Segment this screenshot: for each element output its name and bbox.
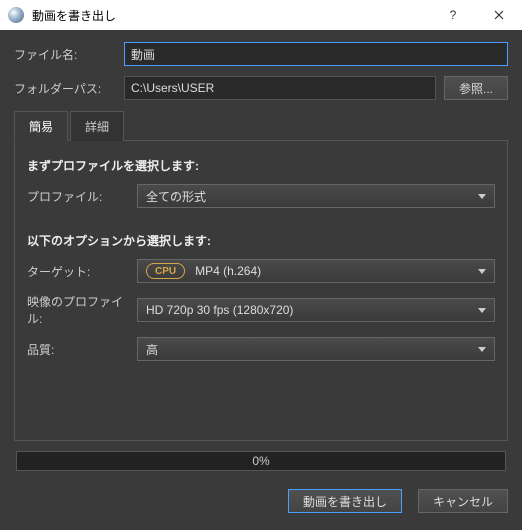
tab-simple[interactable]: 簡易 [14,111,68,141]
tab-detail[interactable]: 詳細 [70,111,124,141]
folder-label: フォルダーパス: [14,80,124,97]
quality-label: 品質: [27,341,137,358]
progress-text: 0% [252,454,269,468]
window-title: 動画を書き出し [32,7,430,24]
cancel-button[interactable]: キャンセル [418,489,508,513]
vprofile-label: 映像のプロファイル: [27,293,137,327]
chevron-down-icon [478,194,486,199]
profile-combo[interactable]: 全ての形式 [137,184,495,208]
browse-button[interactable]: 参照... [444,76,508,100]
chevron-down-icon [478,308,486,313]
export-button[interactable]: 動画を書き出し [288,489,402,513]
target-value: MP4 (h.264) [195,264,261,278]
target-label: ターゲット: [27,263,137,280]
cpu-badge: CPU [146,263,185,279]
close-icon [494,10,504,20]
app-icon [8,7,24,23]
filename-label: ファイル名: [14,46,124,63]
video-profile-combo[interactable]: HD 720p 30 fps (1280x720) [137,298,495,322]
target-combo[interactable]: CPU MP4 (h.264) [137,259,495,283]
close-button[interactable] [476,0,522,30]
filename-input[interactable] [124,42,508,66]
tabs: 簡易 詳細 [14,110,508,141]
folder-input[interactable] [124,76,436,100]
quality-combo[interactable]: 高 [137,337,495,361]
titlebar: 動画を書き出し ? [0,0,522,30]
chevron-down-icon [478,347,486,352]
profile-label: プロファイル: [27,188,137,205]
chevron-down-icon [478,269,486,274]
section2-heading: 以下のオプションから選択します: [27,232,495,249]
progress-bar: 0% [16,451,506,471]
vprofile-value: HD 720p 30 fps (1280x720) [146,303,293,317]
section1-heading: まずプロファイルを選択します: [27,157,495,174]
footer: 動画を書き出し キャンセル [0,479,522,525]
profile-value: 全ての形式 [146,188,206,205]
help-button[interactable]: ? [430,0,476,30]
quality-value: 高 [146,341,158,358]
simple-panel: まずプロファイルを選択します: プロファイル: 全ての形式 以下のオプションから… [14,141,508,441]
